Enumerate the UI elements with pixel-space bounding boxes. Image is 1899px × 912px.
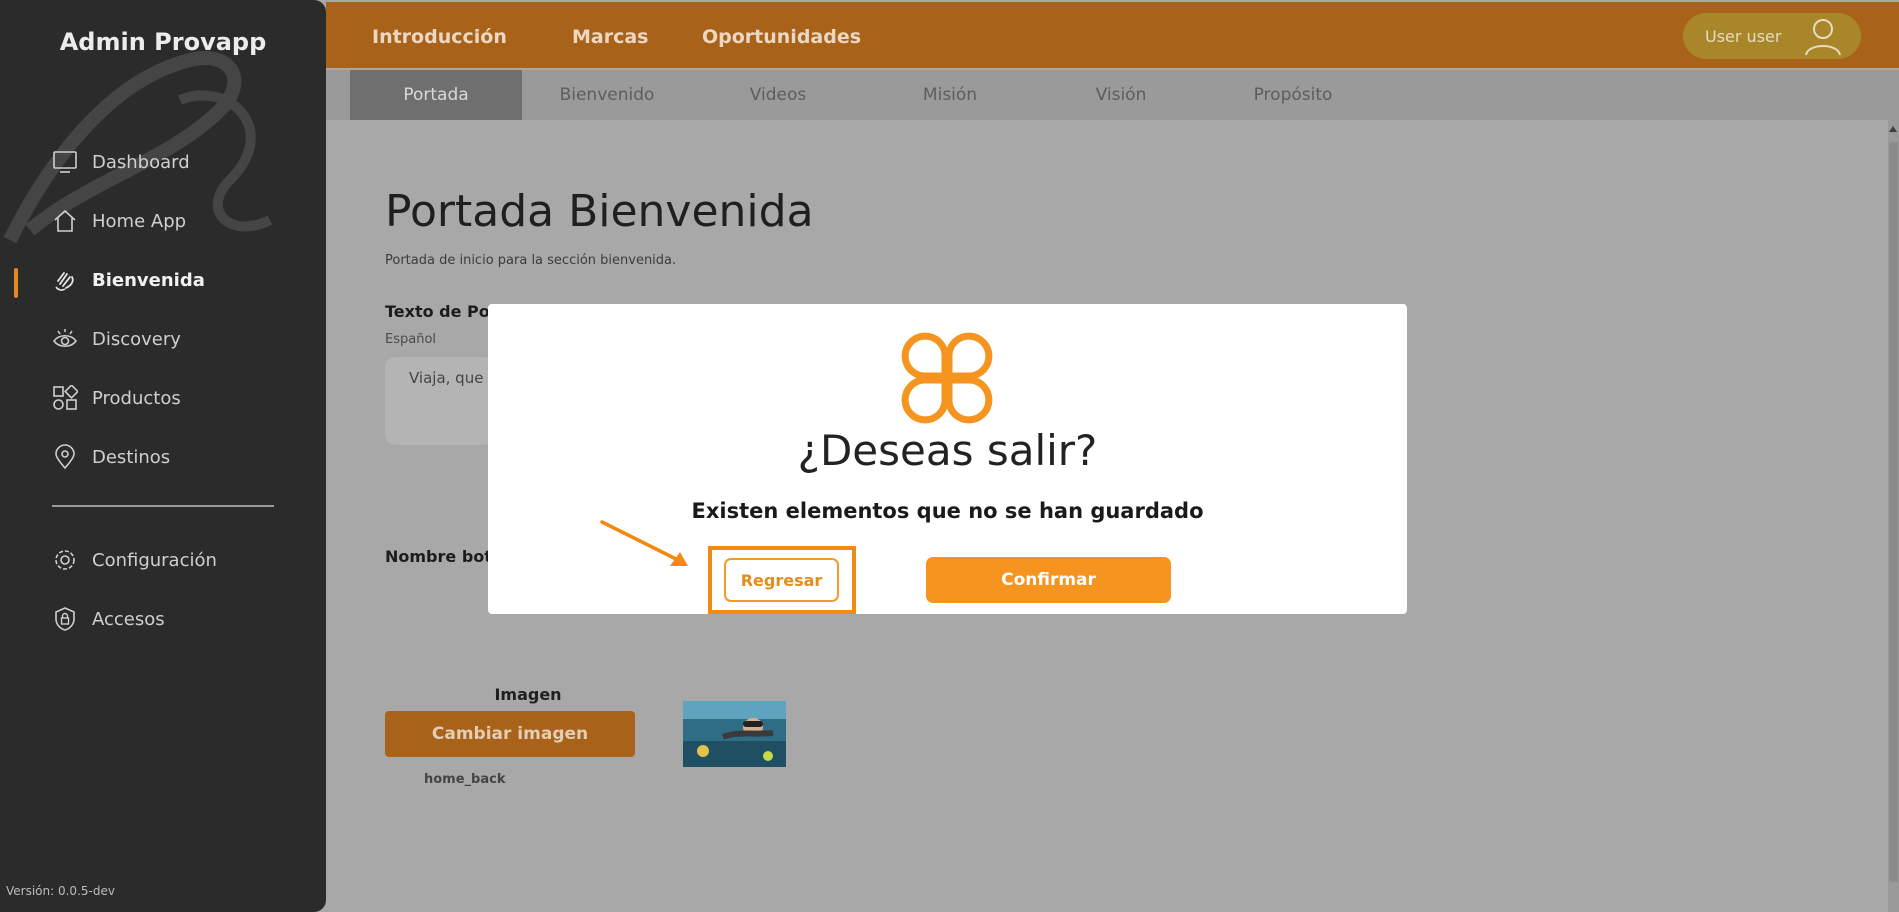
app-brand: Admin Provapp [59, 28, 267, 56]
sub-tabs: Portada Bienvenido Videos Misión Visión … [326, 70, 1899, 120]
page-title: Portada Bienvenida [385, 186, 814, 237]
waving-hand-icon [52, 267, 78, 293]
gear-icon [52, 547, 78, 573]
sidebar-item-accesos[interactable]: Accesos [52, 604, 165, 634]
sidebar-item-label: Bienvenida [92, 269, 205, 291]
button-name-label: Nombre botó [385, 547, 503, 566]
change-image-button[interactable]: Cambiar imagen [385, 711, 635, 757]
topnav-marcas[interactable]: Marcas [572, 26, 649, 48]
sidebar-item-label: Discovery [92, 328, 181, 350]
tab-mision[interactable]: Misión [864, 70, 1036, 120]
sidebar-item-label: Home App [92, 210, 187, 232]
home-icon [52, 208, 78, 234]
tab-proposito[interactable]: Propósito [1207, 70, 1379, 120]
sidebar-item-label: Accesos [92, 608, 165, 630]
sidebar-item-discovery[interactable]: Discovery [52, 324, 181, 354]
annotation-arrow-icon [600, 520, 688, 566]
active-indicator [14, 268, 18, 298]
sidebar-item-label: Productos [92, 387, 181, 409]
cover-text-input[interactable]: Viaja, que l [385, 357, 495, 445]
sidebar-item-home-app[interactable]: Home App [52, 206, 186, 236]
sidebar-item-label: Configuración [92, 549, 217, 571]
sidebar-item-label: Destinos [92, 446, 171, 468]
cover-image-thumbnail [683, 701, 786, 767]
tab-videos[interactable]: Videos [692, 70, 864, 120]
text-field-label: Texto de Por [385, 302, 498, 321]
topnav-oportunidades[interactable]: Oportunidades [702, 26, 861, 48]
sidebar-item-label: Dashboard [92, 151, 190, 173]
page-subtitle: Portada de inicio para la sección bienve… [385, 253, 677, 268]
tab-portada[interactable]: Portada [350, 70, 522, 120]
sidebar-item-destinos[interactable]: Destinos [52, 442, 170, 472]
user-avatar-icon [1805, 19, 1841, 56]
version-text: Versión: 0.0.5-dev [6, 884, 115, 898]
dialog-title: ¿Deseas salir? [797, 426, 1098, 475]
scrollbar-thumb[interactable] [1889, 142, 1898, 882]
clover-logo-icon [901, 332, 993, 424]
sidebar-item-dashboard[interactable]: Dashboard [52, 147, 190, 177]
image-label: Imagen [494, 685, 562, 704]
map-pin-icon [52, 444, 78, 470]
shield-lock-icon [52, 606, 78, 632]
topnav-introduccion[interactable]: Introducción [372, 26, 507, 48]
top-navbar: Introducción Marcas Oportunidades [326, 2, 1899, 68]
monitor-icon [52, 149, 78, 175]
sidebar-item-bienvenida[interactable]: Bienvenida [52, 265, 205, 295]
image-filename: home_back [424, 772, 506, 787]
grid-shapes-icon [52, 385, 78, 411]
sidebar: Admin Provapp Dashboard Home App Bienven… [0, 0, 326, 912]
tab-bienvenido[interactable]: Bienvenido [521, 70, 693, 120]
scroll-up-arrow-icon[interactable] [1889, 126, 1897, 132]
tab-vision[interactable]: Visión [1035, 70, 1207, 120]
sidebar-divider [52, 505, 274, 507]
sidebar-item-configuracion[interactable]: Configuración [52, 545, 217, 575]
confirm-button[interactable]: Confirmar [926, 557, 1171, 603]
highlight-box [708, 546, 856, 614]
user-menu[interactable]: User user [1683, 13, 1861, 59]
eye-icon [52, 326, 78, 352]
language-label: Español [385, 332, 437, 347]
user-name: User user [1705, 26, 1782, 46]
sidebar-item-productos[interactable]: Productos [52, 383, 181, 413]
